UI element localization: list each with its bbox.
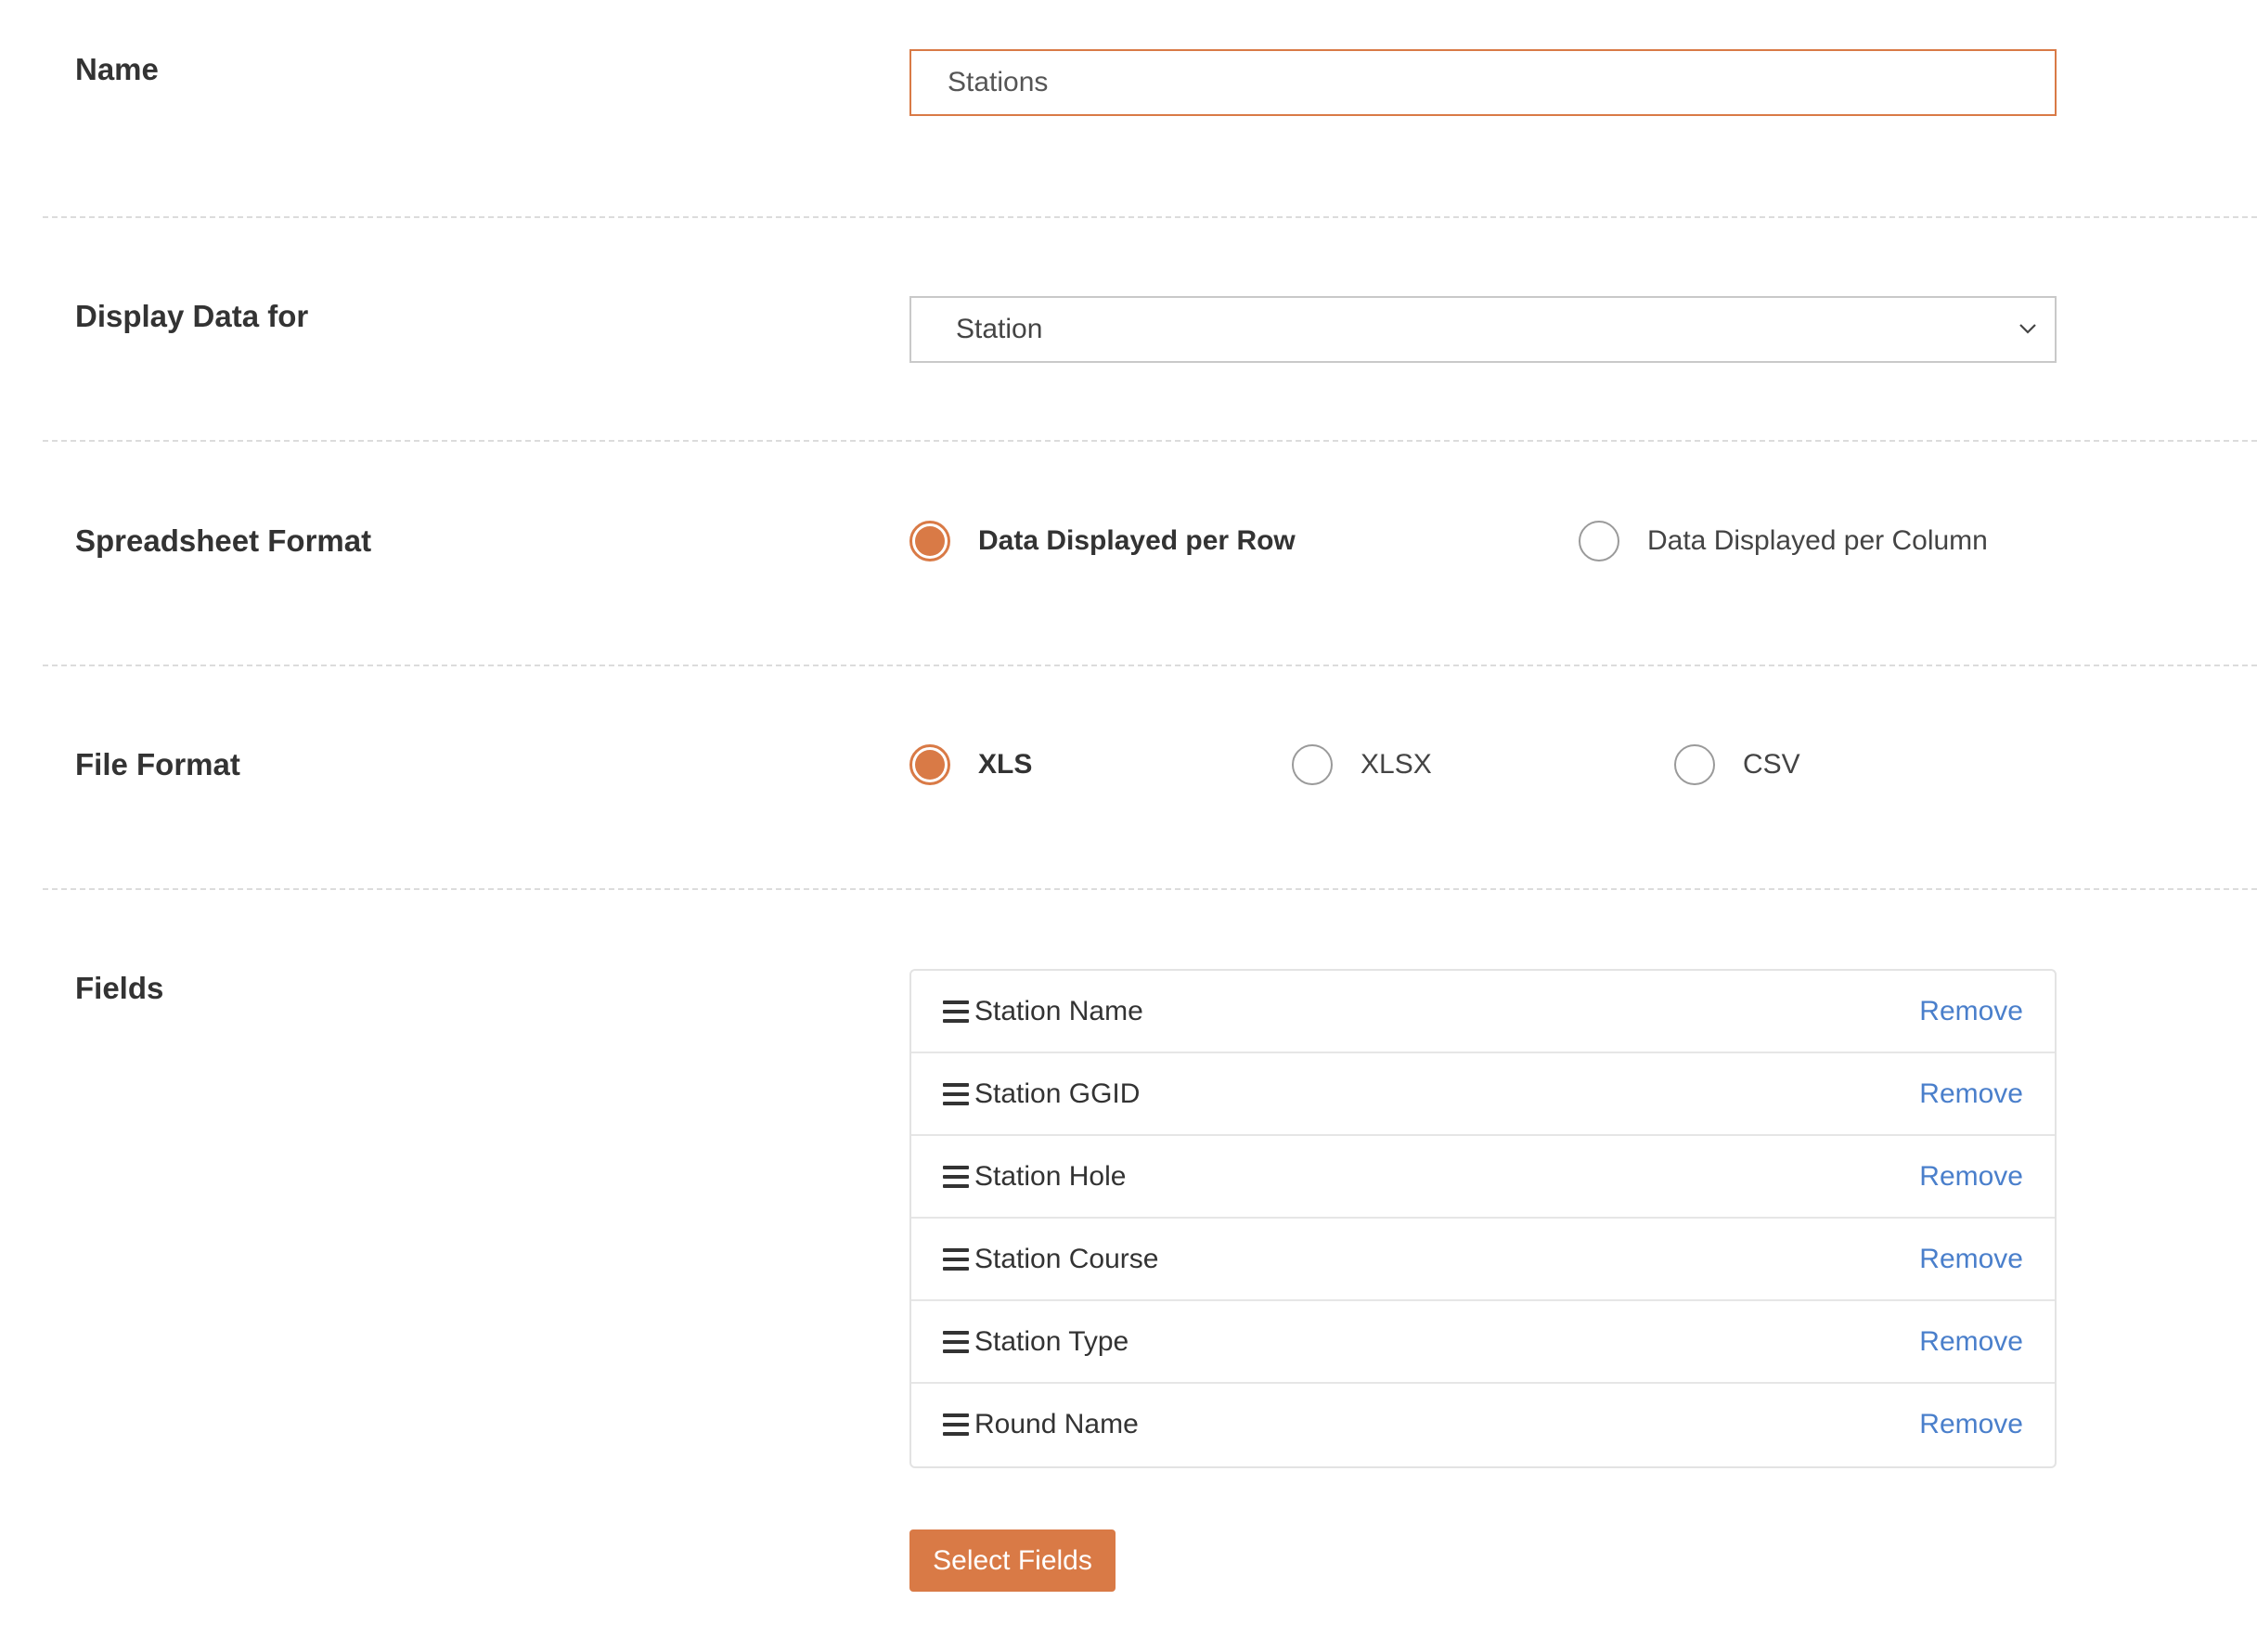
radio-checked-icon[interactable] [909, 744, 950, 785]
radio-label: XLSX [1361, 749, 1432, 780]
field-row-station-type[interactable]: Station Type Remove [911, 1301, 2055, 1384]
field-name: Station Name [974, 996, 1143, 1026]
file-format-label: File Format [75, 747, 240, 781]
field-name: Station GGID [974, 1078, 1141, 1109]
radio-data-per-column[interactable]: Data Displayed per Column [1579, 521, 1988, 561]
divider [43, 440, 2257, 442]
field-name: Station Type [974, 1326, 1129, 1357]
radio-label: Data Displayed per Column [1647, 525, 1988, 556]
radio-xlsx[interactable]: XLSX [1292, 744, 1432, 785]
remove-field-link[interactable]: Remove [1919, 1384, 2023, 1465]
chevron-down-icon [2019, 324, 2036, 334]
display-data-select[interactable]: Station [909, 296, 2057, 363]
remove-field-link[interactable]: Remove [1919, 971, 2023, 1052]
fields-label: Fields [75, 971, 164, 1005]
display-data-selected-value: Station [956, 314, 1043, 344]
radio-label: Data Displayed per Row [978, 525, 1296, 556]
spreadsheet-format-label: Spreadsheet Format [75, 523, 372, 558]
radio-data-per-row[interactable]: Data Displayed per Row [909, 521, 1296, 561]
drag-handle-icon[interactable] [943, 1083, 969, 1105]
divider [43, 216, 2257, 218]
name-input[interactable] [909, 49, 2057, 116]
drag-handle-icon[interactable] [943, 1248, 969, 1271]
field-row-station-course[interactable]: Station Course Remove [911, 1219, 2055, 1301]
remove-field-link[interactable]: Remove [1919, 1219, 2023, 1299]
divider [43, 888, 2257, 890]
radio-label: XLS [978, 749, 1033, 780]
drag-handle-icon[interactable] [943, 1413, 969, 1436]
field-row-station-name[interactable]: Station Name Remove [911, 971, 2055, 1053]
drag-handle-icon[interactable] [943, 1166, 969, 1188]
radio-xls[interactable]: XLS [909, 744, 1032, 785]
fields-list: Station Name Remove Station GGID Remove … [909, 969, 2057, 1468]
radio-unchecked-icon[interactable] [1579, 521, 1619, 561]
radio-unchecked-icon[interactable] [1674, 744, 1715, 785]
select-fields-button[interactable]: Select Fields [909, 1529, 1116, 1592]
radio-checked-icon[interactable] [909, 521, 950, 561]
field-row-round-name[interactable]: Round Name Remove [911, 1384, 2055, 1466]
radio-unchecked-icon[interactable] [1292, 744, 1333, 785]
drag-handle-icon[interactable] [943, 1000, 969, 1023]
field-row-station-hole[interactable]: Station Hole Remove [911, 1136, 2055, 1219]
name-label: Name [75, 52, 159, 86]
divider [43, 665, 2257, 666]
radio-csv[interactable]: CSV [1674, 744, 1800, 785]
display-data-label: Display Data for [75, 299, 309, 333]
field-name: Station Course [974, 1244, 1159, 1274]
field-name: Station Hole [974, 1161, 1127, 1192]
remove-field-link[interactable]: Remove [1919, 1053, 2023, 1134]
drag-handle-icon[interactable] [943, 1331, 969, 1353]
remove-field-link[interactable]: Remove [1919, 1136, 2023, 1217]
radio-label: CSV [1743, 749, 1800, 780]
field-name: Round Name [974, 1409, 1139, 1439]
remove-field-link[interactable]: Remove [1919, 1301, 2023, 1382]
field-row-station-ggid[interactable]: Station GGID Remove [911, 1053, 2055, 1136]
